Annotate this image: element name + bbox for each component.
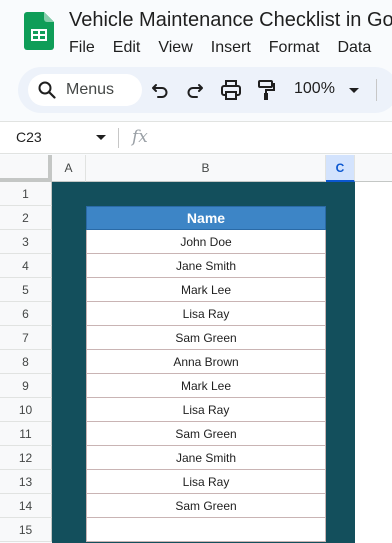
name-cell[interactable]: Anna Brown [86, 350, 326, 374]
select-all-corner[interactable] [0, 155, 52, 182]
column-header-b[interactable]: B [86, 155, 326, 182]
zoom-select[interactable]: 100% [294, 80, 335, 98]
name-box[interactable]: C23 [16, 129, 42, 145]
name-cell[interactable]: Jane Smith [86, 254, 326, 278]
row-header[interactable]: 4 [0, 254, 52, 278]
row-header[interactable]: 14 [0, 494, 52, 518]
column-header-a[interactable]: A [52, 155, 86, 182]
menu-insert[interactable]: Insert [211, 37, 251, 59]
column-header-d[interactable] [355, 155, 392, 182]
row-header[interactable]: 8 [0, 350, 52, 374]
print-icon [221, 80, 241, 100]
formula-bar: C23 fx [0, 121, 392, 154]
name-cell[interactable]: Lisa Ray [86, 470, 326, 494]
row-header[interactable]: 11 [0, 422, 52, 446]
menu-edit[interactable]: Edit [113, 37, 141, 59]
sheets-window: Vehicle Maintenance Checklist in Go File… [0, 0, 392, 543]
toolbar: Menus 100% [18, 67, 392, 113]
row-header[interactable]: 15 [0, 518, 52, 542]
unfilled-cells [355, 182, 392, 543]
menu-bar: File Edit View Insert Format Data [69, 37, 389, 59]
menu-file[interactable]: File [69, 37, 95, 59]
search-icon [38, 81, 56, 99]
row-header[interactable]: 12 [0, 446, 52, 470]
name-box-dropdown-icon[interactable] [96, 135, 106, 141]
row-header[interactable]: 1 [0, 182, 52, 206]
name-cell[interactable]: Jane Smith [86, 446, 326, 470]
chevron-down-icon[interactable] [348, 87, 360, 94]
search-menus-button[interactable]: Menus [28, 74, 142, 106]
search-label: Menus [66, 81, 115, 98]
paint-format-button[interactable] [254, 78, 278, 102]
document-title[interactable]: Vehicle Maintenance Checklist in Go [69, 9, 392, 32]
name-cell[interactable]: Mark Lee [86, 374, 326, 398]
name-column-header-cell[interactable]: Name [86, 206, 326, 230]
row-header[interactable]: 3 [0, 230, 52, 254]
column-header-c[interactable]: C [326, 155, 355, 182]
print-button[interactable] [219, 78, 243, 102]
toolbar-divider [376, 79, 377, 101]
row-header[interactable]: 6 [0, 302, 52, 326]
formula-divider [118, 128, 119, 148]
row-header[interactable]: 5 [0, 278, 52, 302]
sheets-logo[interactable] [24, 12, 54, 50]
menu-view[interactable]: View [158, 37, 192, 59]
row-header[interactable]: 13 [0, 470, 52, 494]
name-cell[interactable]: Sam Green [86, 494, 326, 518]
redo-button[interactable] [183, 78, 207, 102]
redo-icon [187, 84, 203, 98]
paint-format-icon [258, 80, 275, 100]
row-header[interactable]: 2 [0, 206, 52, 230]
name-cell[interactable]: Sam Green [86, 326, 326, 350]
name-cell[interactable]: Lisa Ray [86, 302, 326, 326]
menu-format[interactable]: Format [269, 37, 320, 59]
menu-data[interactable]: Data [337, 37, 371, 59]
name-cell[interactable] [86, 518, 326, 542]
name-cell[interactable]: Lisa Ray [86, 398, 326, 422]
fx-icon: fx [132, 127, 148, 147]
undo-button[interactable] [148, 78, 172, 102]
row-header[interactable]: 7 [0, 326, 52, 350]
name-cell[interactable]: Mark Lee [86, 278, 326, 302]
row-header[interactable]: 9 [0, 374, 52, 398]
row-header[interactable]: 10 [0, 398, 52, 422]
undo-icon [152, 84, 168, 98]
name-cell[interactable]: John Doe [86, 230, 326, 254]
name-cell[interactable]: Sam Green [86, 422, 326, 446]
